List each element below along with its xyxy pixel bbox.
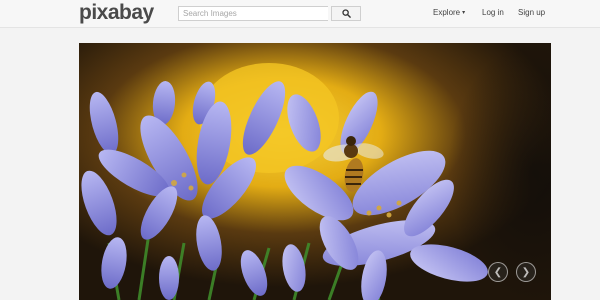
search-icon [341, 9, 351, 18]
next-photo-button[interactable]: ❯ [516, 262, 536, 282]
signup-link[interactable]: Sign up [518, 0, 545, 27]
search-form [178, 6, 362, 21]
featured-photo[interactable]: ❮ ❯ [79, 43, 551, 300]
pixabay-logo[interactable]: pixabay [79, 1, 154, 25]
search-button[interactable] [331, 6, 361, 21]
search-input[interactable] [178, 6, 328, 21]
chevron-right-icon: ❯ [521, 266, 531, 278]
explore-menu[interactable]: Explore ▾ [433, 0, 465, 27]
caret-down-icon: ▾ [462, 10, 466, 16]
flower-bee-photo [79, 43, 551, 300]
previous-photo-button[interactable]: ❮ [488, 262, 508, 282]
login-link[interactable]: Log in [482, 0, 504, 27]
explore-label: Explore [433, 8, 461, 17]
top-navigation-bar: pixabay Explore▾ Log in Sign up [0, 0, 600, 28]
chevron-left-icon: ❮ [493, 266, 503, 278]
